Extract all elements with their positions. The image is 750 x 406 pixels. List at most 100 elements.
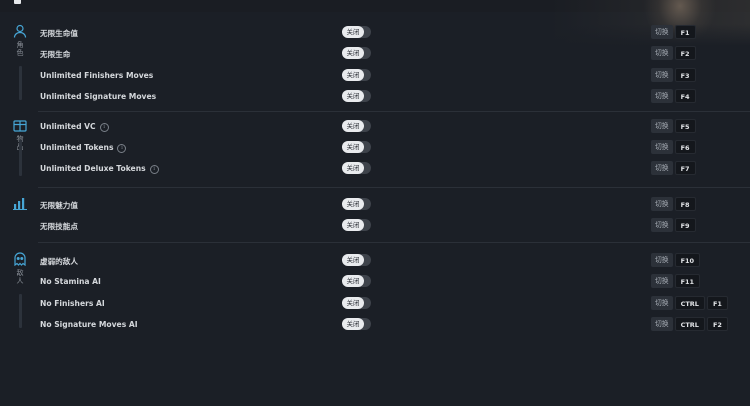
cheat-label-text: Unlimited VC <box>40 122 96 131</box>
hotkey-group: 切换 F9 <box>651 218 696 232</box>
cheat-row: Unlimited Signature Moves 关闭 切换 F4 <box>0 88 750 109</box>
section-divider <box>38 111 750 112</box>
toggle-state-label: 关闭 <box>342 162 364 174</box>
hotkey-group: 切换 F7 <box>651 161 696 175</box>
info-icon[interactable]: i <box>117 144 127 153</box>
cheat-label-text: 无限生命值 <box>40 29 78 38</box>
cheat-row: Unlimited Deluxe Tokens i 关闭 切换 F7 <box>0 160 750 181</box>
hotkey-group: 切换 F10 <box>651 253 701 267</box>
hotkey-action-button[interactable]: 切换 <box>651 274 673 289</box>
cheat-row: 虚弱的敌人 关闭 切换 F10 <box>0 252 750 273</box>
cheat-label-text: 虚弱的敌人 <box>40 257 78 266</box>
cheat-toggle[interactable]: 关闭 <box>342 198 371 210</box>
cheat-toggle[interactable]: 关闭 <box>342 47 371 60</box>
hotkey-key[interactable]: F2 <box>706 316 728 331</box>
toggle-state-label: 关闭 <box>342 47 364 60</box>
hotkey-action-button[interactable]: 切换 <box>651 316 673 331</box>
hotkey-key[interactable]: F5 <box>674 119 696 133</box>
hotkey-action-button[interactable]: 切换 <box>651 46 673 61</box>
cheat-toggle[interactable]: 关闭 <box>342 275 371 288</box>
hotkey-group: 切换 F11 <box>651 274 701 289</box>
hotkey-action-button[interactable]: 切换 <box>651 67 673 82</box>
hotkey-group: 切换 F5 <box>651 119 696 133</box>
cheat-label-text: 无限技能点 <box>40 222 78 231</box>
cheat-row: Unlimited Tokens i 关闭 切换 F6 <box>0 139 750 160</box>
cheat-toggle[interactable]: 关闭 <box>342 26 371 38</box>
cheat-toggle[interactable]: 关闭 <box>342 317 371 330</box>
info-icon[interactable]: i <box>99 123 109 132</box>
cheat-row: 无限魅力值 关闭 切换 F8 <box>0 196 750 217</box>
cheat-toggle[interactable]: 关闭 <box>342 141 371 153</box>
hotkey-key[interactable]: F8 <box>674 197 696 211</box>
cheat-row: 无限生命值 关闭 切换 F1 <box>0 24 750 45</box>
hotkey-key[interactable]: F9 <box>674 218 696 232</box>
cheat-row: No Signature Moves AI 关闭 切换 CTRL F2 <box>0 316 750 337</box>
cheat-toggle[interactable]: 关闭 <box>342 89 371 102</box>
hotkey-key[interactable]: F7 <box>674 161 696 175</box>
hotkey-key[interactable]: F10 <box>674 253 701 267</box>
cheat-label: Unlimited VC i <box>40 122 109 132</box>
hotkey-group: 切换 CTRL F2 <box>651 316 728 331</box>
cheat-label-text: No Finishers AI <box>40 298 105 308</box>
hotkey-action-button[interactable]: 切换 <box>651 295 673 310</box>
hotkey-group: 切换 F1 <box>651 25 696 39</box>
section-divider <box>38 242 750 243</box>
toggle-state-label: 关闭 <box>342 198 364 210</box>
toggle-state-label: 关闭 <box>342 68 364 81</box>
hotkey-key[interactable]: F1 <box>706 295 728 310</box>
hotkey-key[interactable]: F3 <box>674 67 696 82</box>
cheat-label-text: No Signature Moves AI <box>40 319 138 329</box>
hotkey-group: 切换 F2 <box>651 46 696 61</box>
cheat-label-text: Unlimited Tokens <box>40 143 114 152</box>
hotkey-action-button[interactable]: 切换 <box>651 119 673 133</box>
hotkey-action-button[interactable]: 切换 <box>651 88 673 103</box>
cheat-label: No Stamina AI <box>40 277 101 286</box>
toggle-state-label: 关闭 <box>342 120 364 132</box>
hotkey-action-button[interactable]: 切换 <box>651 197 673 211</box>
toggle-state-label: 关闭 <box>342 219 364 231</box>
cheat-label: 虚弱的敌人 <box>40 256 78 267</box>
hotkey-key[interactable]: CTRL <box>674 295 705 310</box>
hotkey-action-button[interactable]: 切换 <box>651 253 673 267</box>
toggle-state-label: 关闭 <box>342 141 364 153</box>
hotkey-key[interactable]: F11 <box>674 274 701 289</box>
hotkey-action-button[interactable]: 切换 <box>651 25 673 39</box>
cheat-label: 无限魅力值 <box>40 200 78 211</box>
cheat-row: No Stamina AI 关闭 切换 F11 <box>0 273 750 294</box>
hotkey-action-button[interactable]: 切换 <box>651 140 673 154</box>
hotkey-group: 切换 F3 <box>651 67 696 82</box>
cheat-row: 无限技能点 关闭 切换 F9 <box>0 217 750 238</box>
cheat-label-text: No Stamina AI <box>40 277 101 287</box>
cheat-label: 无限生命 <box>40 49 70 60</box>
toggle-state-label: 关闭 <box>342 275 364 288</box>
cheat-row: Unlimited Finishers Moves 关闭 切换 F3 <box>0 67 750 88</box>
hotkey-key[interactable]: CTRL <box>674 316 705 331</box>
info-icon[interactable]: i <box>149 165 159 174</box>
cheat-toggle[interactable]: 关闭 <box>342 162 371 174</box>
hotkey-key[interactable]: F1 <box>674 25 696 39</box>
hotkey-key[interactable]: F4 <box>674 88 696 103</box>
cheat-label: Unlimited Finishers Moves <box>40 71 153 80</box>
cheat-label: 无限技能点 <box>40 221 78 232</box>
cheat-toggle[interactable]: 关闭 <box>342 254 371 266</box>
cheat-toggle[interactable]: 关闭 <box>342 219 371 231</box>
cheat-label: Unlimited Deluxe Tokens i <box>40 164 159 174</box>
section-divider <box>38 187 750 188</box>
hotkey-key[interactable]: F2 <box>674 46 696 61</box>
hotkey-group: 切换 F8 <box>651 197 696 211</box>
toggle-state-label: 关闭 <box>342 317 364 330</box>
cheat-toggle[interactable]: 关闭 <box>342 120 371 132</box>
hotkey-group: 切换 CTRL F1 <box>651 295 728 310</box>
cheat-label-text: Unlimited Finishers Moves <box>40 70 154 80</box>
cheat-toggle[interactable]: 关闭 <box>342 68 371 81</box>
cheat-label: No Finishers AI <box>40 299 105 308</box>
hotkey-action-button[interactable]: 切换 <box>651 218 673 232</box>
cheat-row: No Finishers AI 关闭 切换 CTRL F1 <box>0 295 750 316</box>
cheat-toggle[interactable]: 关闭 <box>342 296 371 309</box>
cheat-label: Unlimited Tokens i <box>40 143 127 153</box>
cheat-row: Unlimited VC i 关闭 切换 F5 <box>0 118 750 139</box>
cheat-label-text: 无限生命 <box>40 50 71 60</box>
hotkey-key[interactable]: F6 <box>674 140 696 154</box>
cheat-label-text: Unlimited Signature Moves <box>40 91 157 101</box>
hotkey-action-button[interactable]: 切换 <box>651 161 673 175</box>
